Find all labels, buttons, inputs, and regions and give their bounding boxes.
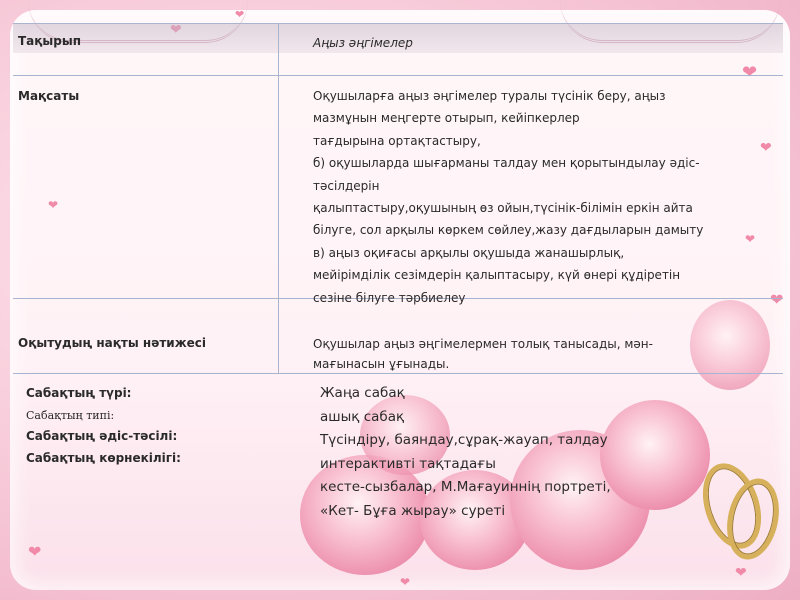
lesson-labels: Сабақтың түрі: Сабақтың типі: Сабақтың ә… bbox=[26, 383, 181, 469]
lesson-value-line: ашық сабақ bbox=[320, 408, 405, 425]
text-line: білуге, сол арқылы көркем сөйлеу,жазу да… bbox=[313, 223, 704, 238]
lesson-value-line: Түсіндіру, баяндау,сұрақ-жауап, талдау bbox=[320, 432, 608, 449]
lesson-visuals-label: Сабақтың көрнекілігі: bbox=[26, 450, 181, 465]
text-line: қалыптастыру,оқушының өз ойын,түсінік-бі… bbox=[313, 201, 693, 216]
heart-icon: ❤ bbox=[735, 565, 747, 581]
lesson-value-line: кесте-сызбалар, М.Мағауиннің портреті, bbox=[320, 479, 611, 496]
row-label-outcomes: Оқытудың нақты нәтижесі bbox=[18, 336, 207, 350]
row-label-goals: Мақсаты bbox=[18, 89, 80, 103]
table-line bbox=[13, 75, 783, 76]
heart-icon: ❤ bbox=[400, 575, 411, 589]
outcomes-text: Оқушылар аңыз әңгімелермен толық танысад… bbox=[313, 333, 653, 376]
text-line: тәсілдерін bbox=[313, 178, 380, 193]
heart-icon: ❤ bbox=[742, 62, 758, 83]
text-line: в) аңыз оқиғасы арқылы оқушыда жанашырлы… bbox=[313, 245, 625, 260]
text-line: тағдырына ортақтастыру, bbox=[313, 133, 481, 148]
lesson-value-line: «Кет- Бұға жырау» суреті bbox=[320, 502, 506, 519]
rose-image bbox=[690, 300, 770, 390]
text-line: Оқушылар аңыз әңгімелермен толық танысад… bbox=[313, 337, 653, 351]
heart-icon: ❤ bbox=[28, 542, 42, 561]
heart-icon: ❤ bbox=[745, 232, 756, 246]
lesson-values: Жаңа сабақ ашық сабақ Түсіндіру, баяндау… bbox=[320, 382, 611, 524]
text-line: мейірімділік сезімдерін қалыптасыру, күй… bbox=[313, 268, 681, 283]
heart-icon: ❤ bbox=[48, 198, 59, 212]
topic-value: Аңыз әңгімелер bbox=[313, 36, 413, 50]
text-line: сезіне білуге тәрбиелеу bbox=[313, 290, 466, 305]
text-line: мазмұнын меңгерте отырып, кейіпкерлер bbox=[313, 111, 580, 126]
lesson-type-label: Сабақтың түрі: bbox=[26, 386, 132, 400]
row-label-topic: Тақырып bbox=[18, 34, 82, 48]
heart-icon: ❤ bbox=[235, 8, 245, 21]
heart-icon: ❤ bbox=[760, 140, 772, 156]
table-line bbox=[278, 23, 279, 373]
lesson-method-label: Сабақтың әдіс-тәсілі: bbox=[26, 429, 178, 443]
table-line bbox=[13, 23, 783, 24]
text-line: Оқушыларға аңыз әңгімелер туралы түсінік… bbox=[313, 89, 666, 103]
lesson-value-line: Жаңа сабақ bbox=[320, 385, 405, 401]
rose-image bbox=[600, 400, 710, 510]
goals-text: Оқушыларға аңыз әңгімелер туралы түсінік… bbox=[313, 85, 703, 309]
lesson-kind-label: Сабақтың типі: bbox=[26, 408, 115, 422]
text-line: мағынасын ұғынады. bbox=[313, 357, 450, 372]
heart-icon: ❤ bbox=[770, 290, 784, 309]
lesson-value-line: интерактивті тақтадағы bbox=[320, 455, 496, 472]
text-line: б) оқушыларда шығарманы талдау мен қорыт… bbox=[313, 156, 700, 171]
